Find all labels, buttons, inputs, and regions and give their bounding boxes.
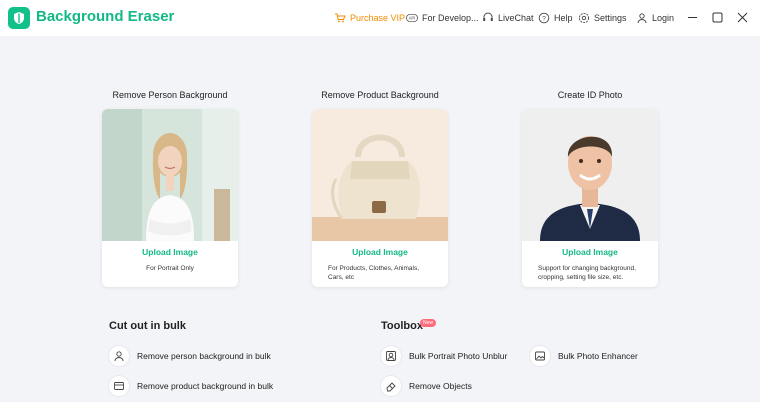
card-title-person: Remove Person Background	[112, 90, 228, 100]
app-logo	[8, 7, 30, 29]
id-photo-sample-image	[522, 109, 658, 241]
bulk-portrait-unblur-tool[interactable]: Bulk Portrait Photo Unblur	[381, 346, 507, 366]
login-button[interactable]: Login	[636, 0, 674, 36]
livechat-button[interactable]: LiveChat	[482, 0, 534, 36]
settings-button[interactable]: Settings	[578, 0, 627, 36]
for-developers-button[interactable]: API For Develop...	[406, 0, 479, 36]
close-button[interactable]	[735, 10, 749, 24]
app-title: Background Eraser	[36, 8, 175, 25]
product-sample-image	[312, 109, 448, 241]
image-enhance-icon	[530, 346, 550, 366]
upload-image-button-person[interactable]: Upload Image	[102, 247, 238, 257]
for-developers-label: For Develop...	[422, 13, 479, 23]
card-title-product: Remove Product Background	[321, 90, 439, 100]
help-icon: ?	[538, 12, 550, 24]
remove-product-background-card[interactable]: Upload Image For Products, Clothes, Anim…	[312, 109, 448, 287]
maximize-button[interactable]	[710, 10, 724, 24]
upload-image-button-id-photo[interactable]: Upload Image	[522, 247, 658, 257]
new-badge: New	[420, 319, 437, 327]
livechat-label: LiveChat	[498, 13, 534, 23]
product-bulk-icon	[109, 376, 129, 396]
bulk-product-tool[interactable]: Remove product background in bulk	[109, 376, 273, 396]
login-label: Login	[652, 13, 675, 23]
cart-icon	[334, 12, 346, 24]
toolbox-title: Toolbox	[381, 320, 423, 332]
create-id-photo-card[interactable]: Upload Image Support for changing backgr…	[522, 109, 658, 287]
bulk-portrait-unblur-label: Bulk Portrait Photo Unblur	[409, 351, 508, 361]
bulk-photo-enhancer-label: Bulk Photo Enhancer	[558, 351, 638, 361]
purchase-vip-button[interactable]: Purchase VIP	[334, 0, 405, 36]
purchase-vip-label: Purchase VIP	[350, 13, 406, 23]
help-label: Help	[554, 13, 573, 23]
person-sample-image	[102, 109, 238, 241]
bulk-person-label: Remove person background in bulk	[137, 351, 271, 361]
card-note-product: For Products, Clothes, Animals, Cars, et…	[328, 265, 420, 281]
bulk-person-tool[interactable]: Remove person background in bulk	[109, 346, 271, 366]
remove-objects-tool[interactable]: Remove Objects	[381, 376, 472, 396]
user-icon	[636, 12, 648, 24]
person-bulk-icon	[109, 346, 129, 366]
chat-icon	[482, 12, 494, 24]
unblur-icon	[381, 346, 401, 366]
cut-out-in-bulk-title: Cut out in bulk	[109, 320, 186, 332]
remove-objects-label: Remove Objects	[409, 381, 472, 391]
eraser-icon	[381, 376, 401, 396]
card-note-id-photo: Support for changing background, croppin…	[538, 265, 636, 281]
remove-person-background-card[interactable]: Upload Image For Portrait Only	[102, 109, 238, 287]
settings-label: Settings	[594, 13, 627, 23]
card-note-person: For Portrait Only	[146, 265, 194, 272]
bulk-product-label: Remove product background in bulk	[137, 381, 274, 391]
gear-icon	[578, 12, 590, 24]
card-title-id-photo: Create ID Photo	[557, 90, 623, 100]
svg-text:API: API	[409, 16, 416, 21]
bulk-photo-enhancer-tool[interactable]: Bulk Photo Enhancer	[530, 346, 638, 366]
title-bar: Background Eraser Purchase VIP API For D…	[0, 0, 760, 36]
svg-text:?: ?	[542, 15, 546, 22]
api-icon: API	[406, 12, 418, 24]
upload-image-button-product[interactable]: Upload Image	[312, 247, 448, 257]
help-button[interactable]: ? Help	[538, 0, 573, 36]
minimize-button[interactable]	[685, 10, 699, 24]
